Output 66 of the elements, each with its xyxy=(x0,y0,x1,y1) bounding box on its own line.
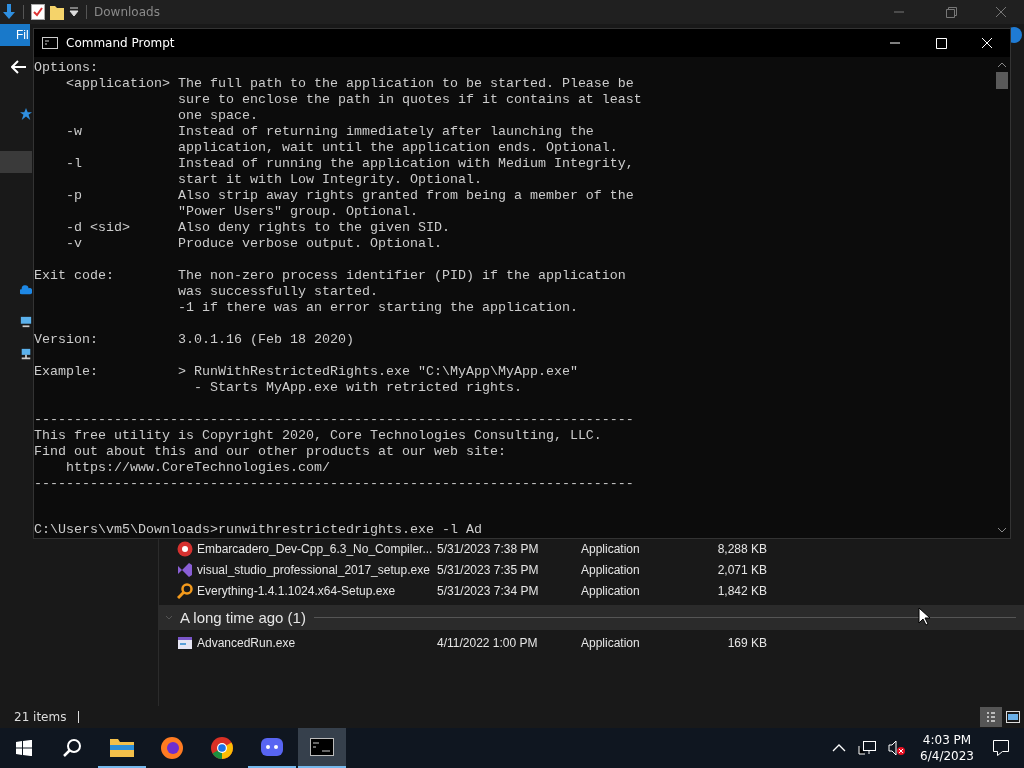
file-name: Embarcadero_Dev-Cpp_6.3_No_Compiler... xyxy=(197,541,434,556)
star-icon xyxy=(20,107,32,121)
chat-app-icon xyxy=(260,737,284,757)
cloud-icon xyxy=(20,284,32,296)
taskbar-app[interactable] xyxy=(298,728,346,768)
file-name: AdvancedRun.exe xyxy=(197,635,297,650)
volume-icon[interactable] xyxy=(888,740,907,756)
file-name: visual_studio_professional_2017_setup.exe xyxy=(197,562,431,577)
console-output: Exit code: The non-zero process identifier (PID) if the application was successfully started. -1 if there was an error starting the application. xyxy=(34,268,627,316)
console-output: Options: <application> The full path to the application to be started. Please be sure to enclose the path in quotes if it contains at least one space. -w Instead of returning immediately after launching the application, wait until the application ends. Optional. -l Instead of running the application with Medium Integrity, start it with Low Integrity. Optional. -p Also strip away rights granted from being a member of the "Power Users" group. Optional. -d <sid> Also deny rights to the given SID. -v Produce verbose output. Optional. xyxy=(34,60,643,252)
file-type: Application xyxy=(581,541,641,556)
back-arrow-icon[interactable] xyxy=(11,60,27,74)
console-output: --------------------------------------------------------------------------- This free utility is Copyright 2020, Core Technologies Consulting, LLC. Find out about this and our other products at our web site: https://www.CoreTechnologies.com/ --------------------------------------------------------------------------- xyxy=(34,412,635,492)
folder-icon xyxy=(110,737,134,757)
browser-icon xyxy=(210,736,234,760)
terminal-icon xyxy=(42,37,58,49)
computer-icon xyxy=(20,315,32,329)
file-row[interactable]: AdvancedRun.exe 4/11/2022 1:00 PM Application 169 KB xyxy=(159,632,1024,653)
folder-icon[interactable] xyxy=(50,4,64,20)
checklist-icon[interactable] xyxy=(31,4,45,20)
magnifier-icon xyxy=(177,582,193,599)
console-output: Version: 3.0.1.16 (Feb 18 2020) xyxy=(34,332,355,348)
file-size: 169 KB xyxy=(726,635,767,650)
details-view-icon xyxy=(985,711,997,723)
window-title: Command Prompt xyxy=(66,36,175,50)
file-row[interactable]: Everything-1.4.1.1024.x64-Setup.exe 5/31/2023 7:34 PM Application 1,842 KB xyxy=(159,580,1024,601)
download-arrow-icon[interactable] xyxy=(2,4,16,20)
network-icon xyxy=(20,347,32,361)
scroll-down-icon[interactable] xyxy=(997,526,1007,534)
chevron-up-icon[interactable] xyxy=(832,743,847,753)
item-count: 21 items xyxy=(14,710,67,724)
scroll-up-icon[interactable] xyxy=(997,61,1007,69)
fox-globe-icon xyxy=(160,736,184,760)
file-name: Everything-1.4.1.1024.x64-Setup.exe xyxy=(197,583,397,598)
notifications-icon[interactable] xyxy=(992,739,1010,757)
terminal-icon xyxy=(310,738,334,756)
network-icon[interactable] xyxy=(858,740,877,756)
file-date: 5/31/2023 7:35 PM xyxy=(437,562,540,577)
file-date: 4/11/2022 1:00 PM xyxy=(437,635,539,650)
console-output: Example: > RunWithRestrictedRights.exe "C:\MyApp\MyApp.exe" - Starts MyApp.exe with retricted rights. xyxy=(34,364,579,396)
command-line[interactable]: C:\Users\vm5\Downloads>runwithrestrictedrights.exe -l Ad xyxy=(34,522,994,538)
window-title: Downloads xyxy=(94,5,160,19)
file-type: Application xyxy=(581,635,641,650)
group-title: A long time ago (1) xyxy=(180,609,306,626)
windows-icon xyxy=(16,740,32,756)
clock-time[interactable]: 4:03 PM xyxy=(922,732,972,748)
file-row[interactable]: Embarcadero_Dev-Cpp_6.3_No_Compiler... 5/31/2023 7:38 PM Application 8,288 KB xyxy=(159,538,1024,559)
clock-date[interactable]: 6/4/2023 xyxy=(920,748,974,764)
file-size: 2,071 KB xyxy=(716,562,767,577)
window-icon xyxy=(177,634,193,651)
file-date: 5/31/2023 7:34 PM xyxy=(437,583,540,598)
ribbon-logo-icon xyxy=(177,561,193,578)
app-badge-icon xyxy=(177,540,193,557)
file-row[interactable]: visual_studio_professional_2017_setup.exe 5/31/2023 7:35 PM Application 2,071 KB xyxy=(159,559,1024,580)
dropdown-icon[interactable] xyxy=(69,7,79,17)
file-size: 8,288 KB xyxy=(716,541,767,556)
file-size: 1,842 KB xyxy=(716,583,767,598)
file-date: 5/31/2023 7:38 PM xyxy=(437,541,540,556)
file-tab[interactable]: Fil xyxy=(0,24,30,46)
tiles-view-icon xyxy=(1006,711,1020,723)
file-type: Application xyxy=(581,562,641,577)
search-icon xyxy=(62,738,82,758)
scroll-thumb[interactable] xyxy=(996,72,1008,89)
mouse-cursor-icon xyxy=(918,607,930,626)
group-header[interactable]: A long time ago (1) xyxy=(159,605,1024,630)
file-type: Application xyxy=(581,583,641,598)
